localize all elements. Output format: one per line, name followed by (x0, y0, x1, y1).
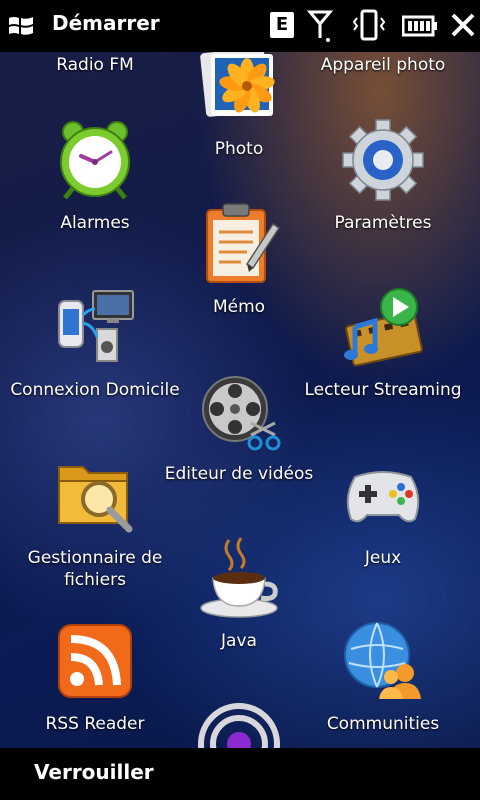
memo-clipboard-icon (197, 202, 281, 286)
title-bar: Démarrer E (0, 0, 480, 52)
battery-icon[interactable] (402, 14, 438, 38)
vibrate-icon[interactable] (352, 8, 386, 44)
program-label: Communities (326, 714, 440, 734)
photo-icon (197, 52, 281, 128)
program-label: Appareil photo (320, 55, 446, 75)
file-manager-folder-icon (53, 453, 137, 537)
program-jeux[interactable]: Jeux (298, 453, 468, 569)
communities-globe-icon (341, 619, 425, 703)
network-type-badge[interactable]: E (270, 12, 294, 38)
program-communities[interactable]: Communities (298, 619, 468, 735)
game-controller-icon (341, 453, 425, 537)
rss-feed-icon (53, 619, 137, 703)
close-icon[interactable] (450, 12, 476, 38)
softkey-bar: Verrouiller (0, 748, 480, 800)
radio-wave-icon (197, 702, 281, 748)
program-appareil-photo[interactable]: Appareil photo (298, 52, 468, 76)
windows-start-icon[interactable] (8, 14, 34, 38)
program-parametres[interactable]: Paramètres (298, 118, 468, 234)
lock-softkey[interactable]: Verrouiller (34, 760, 154, 784)
program-label: Paramètres (334, 213, 432, 233)
settings-gear-icon (341, 118, 425, 202)
program-grid: Radio FM Photo Appareil photo Alarmes Mé… (0, 52, 480, 748)
program-label: Lecteur Streaming (304, 380, 462, 400)
streaming-player-icon (341, 285, 425, 369)
program-lecteur-streaming[interactable]: Lecteur Streaming (298, 285, 468, 401)
home-connection-icon (53, 285, 137, 369)
page-title: Démarrer (52, 11, 160, 35)
java-coffee-cup-icon (197, 536, 281, 620)
video-editor-icon (197, 369, 281, 453)
program-label: Jeux (364, 548, 402, 568)
alarm-clock-icon (53, 118, 137, 202)
signal-antenna-icon[interactable] (306, 8, 334, 44)
